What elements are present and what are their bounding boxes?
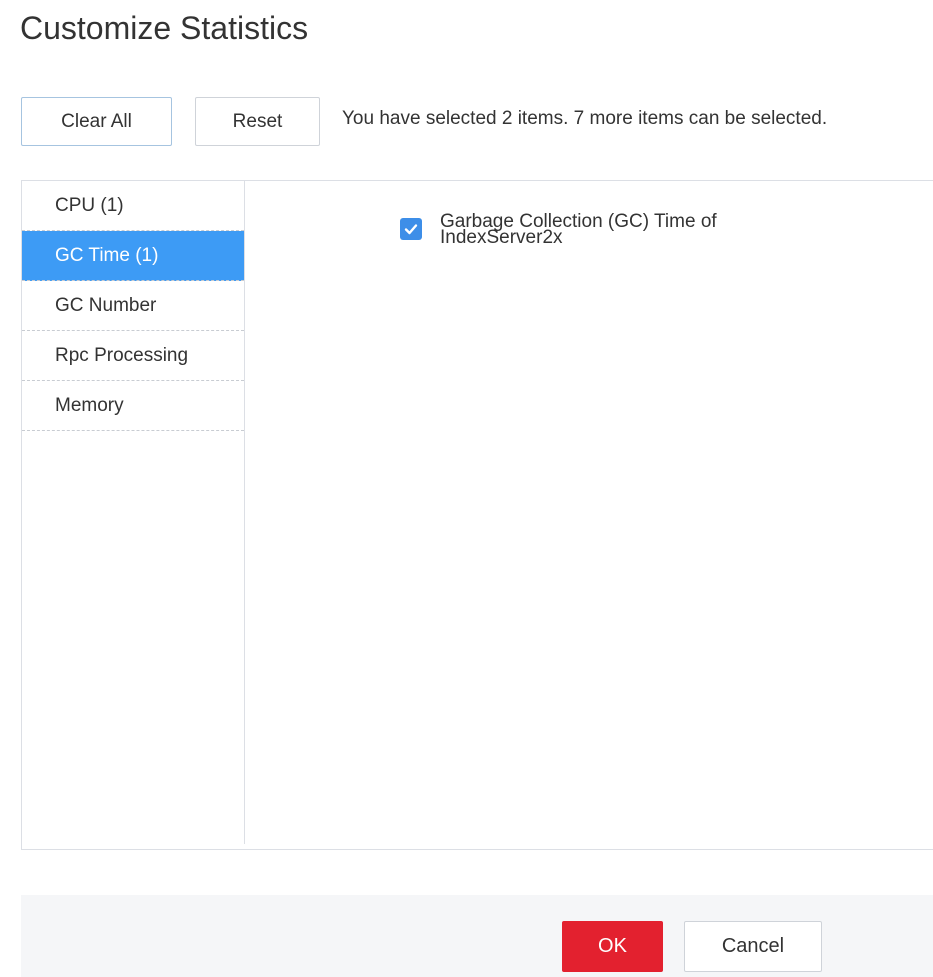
clear-all-button[interactable]: Clear All [21, 97, 172, 146]
metric-label: Garbage Collection (GC) Time of IndexSer… [440, 212, 800, 248]
category-item-cpu[interactable]: CPU (1) [22, 181, 244, 231]
dialog-title: Customize Statistics [20, 10, 309, 46]
checkmark-icon [404, 224, 418, 235]
category-item-memory[interactable]: Memory [22, 381, 244, 431]
cancel-button[interactable]: Cancel [684, 921, 822, 972]
category-item-rpc-processing[interactable]: Rpc Processing [22, 331, 244, 381]
category-list: CPU (1) GC Time (1) GC Number Rpc Proces… [22, 181, 245, 844]
category-item-gc-number[interactable]: GC Number [22, 281, 244, 331]
metric-label-line2: IndexServer2x [440, 227, 563, 248]
ok-button[interactable]: OK [562, 921, 663, 972]
reset-button[interactable]: Reset [195, 97, 320, 146]
customize-statistics-dialog: Customize Statistics Clear All Reset You… [0, 0, 933, 977]
dialog-footer: OK Cancel [21, 895, 933, 977]
statistics-panel: CPU (1) GC Time (1) GC Number Rpc Proces… [21, 180, 933, 850]
category-item-gc-time[interactable]: GC Time (1) [22, 231, 244, 281]
metric-checkbox[interactable] [400, 218, 422, 240]
metric-options: Garbage Collection (GC) Time of IndexSer… [245, 181, 933, 849]
selection-hint: You have selected 2 items. 7 more items … [342, 108, 828, 129]
metric-option-gc-time[interactable]: Garbage Collection (GC) Time of IndexSer… [400, 212, 800, 248]
